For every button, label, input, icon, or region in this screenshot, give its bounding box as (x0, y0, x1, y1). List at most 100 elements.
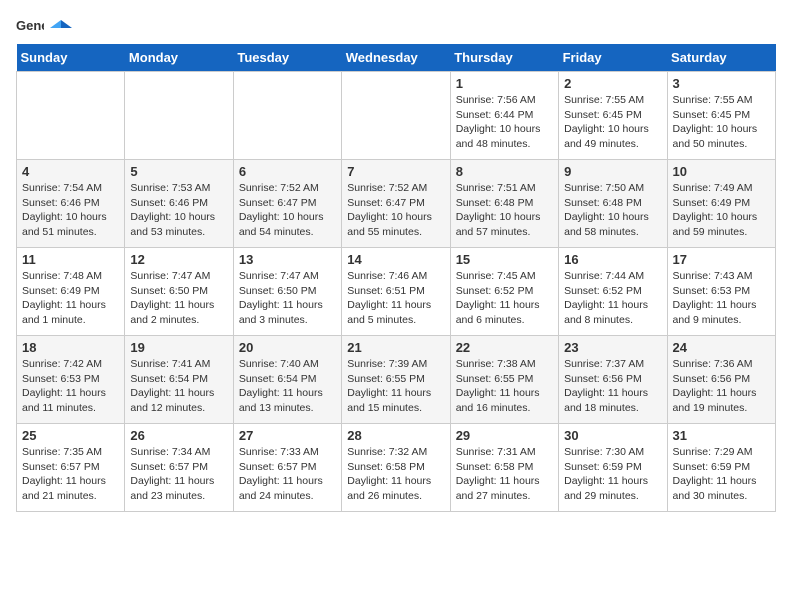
cell-info: Sunset: 6:48 PM (456, 196, 553, 211)
cell-info: Sunset: 6:58 PM (347, 460, 444, 475)
calendar-cell: 23Sunrise: 7:37 AMSunset: 6:56 PMDayligh… (559, 336, 667, 424)
calendar-cell: 31 Sunrise: 7:29 AMSunset: 6:59 PMDayligh… (667, 424, 775, 512)
calendar-cell: 13Sunrise: 7:47 AMSunset: 6:50 PMDayligh… (233, 248, 341, 336)
cell-info: Sunrise: 7:44 AM (564, 269, 661, 284)
date-number: 27 (239, 428, 336, 443)
cell-info: Daylight: 11 hours and 11 minutes. (22, 386, 119, 415)
cell-info: Sunset: 6:45 PM (564, 108, 661, 123)
calendar-cell: 14Sunrise: 7:46 AMSunset: 6:51 PMDayligh… (342, 248, 450, 336)
calendar-table: SundayMondayTuesdayWednesdayThursdayFrid… (16, 44, 776, 512)
cell-info: Sunrise: 7:47 AM (239, 269, 336, 284)
cell-info: Sunrise: 7:33 AM (239, 445, 336, 460)
cell-info: Sunrise: 7:55 AM (673, 93, 770, 108)
cell-info: Sunrise: 7:43 AM (673, 269, 770, 284)
date-number: 18 (22, 340, 119, 355)
calendar-cell: 9Sunrise: 7:50 AMSunset: 6:48 PMDaylight… (559, 160, 667, 248)
cell-info: Daylight: 11 hours and 12 minutes. (130, 386, 227, 415)
cell-info: Daylight: 11 hours and 27 minutes. (456, 474, 553, 503)
cell-info: Sunrise: 7:51 AM (456, 181, 553, 196)
date-number: 13 (239, 252, 336, 267)
day-header-wednesday: Wednesday (342, 44, 450, 72)
cell-info: Daylight: 10 hours and 59 minutes. (673, 210, 770, 239)
cell-info: Sunset: 6:59 PM (673, 460, 770, 475)
cell-info: Sunrise: 7:31 AM (456, 445, 553, 460)
calendar-cell: 1Sunrise: 7:56 AMSunset: 6:44 PMDaylight… (450, 72, 558, 160)
calendar-cell (17, 72, 125, 160)
calendar-cell: 27 Sunrise: 7:33 AMSunset: 6:57 PMDayligh… (233, 424, 341, 512)
calendar-cell: 5Sunrise: 7:53 AMSunset: 6:46 PMDaylight… (125, 160, 233, 248)
cell-info: Sunrise: 7:42 AM (22, 357, 119, 372)
calendar-cell: 24Sunrise: 7:36 AMSunset: 6:56 PMDayligh… (667, 336, 775, 424)
cell-info: Sunrise: 7:50 AM (564, 181, 661, 196)
cell-info: Sunrise: 7:34 AM (130, 445, 227, 460)
cell-info: Sunrise: 7:37 AM (564, 357, 661, 372)
calendar-cell: 10Sunrise: 7:49 AMSunset: 6:49 PMDayligh… (667, 160, 775, 248)
cell-info: Sunrise: 7:48 AM (22, 269, 119, 284)
calendar-cell: 12Sunrise: 7:47 AMSunset: 6:50 PMDayligh… (125, 248, 233, 336)
date-number: 8 (456, 164, 553, 179)
calendar-cell: 29Sunrise: 7:31 AMSunset: 6:58 PMDayligh… (450, 424, 558, 512)
cell-info: Daylight: 11 hours and 8 minutes. (564, 298, 661, 327)
cell-info: Sunset: 6:45 PM (673, 108, 770, 123)
cell-info: Sunrise: 7:52 AM (239, 181, 336, 196)
cell-info: Sunset: 6:47 PM (239, 196, 336, 211)
day-header-sunday: Sunday (17, 44, 125, 72)
cell-info: Sunset: 6:57 PM (130, 460, 227, 475)
date-number: 2 (564, 76, 661, 91)
date-number: 16 (564, 252, 661, 267)
cell-info: Sunset: 6:47 PM (347, 196, 444, 211)
cell-info: Sunrise: 7:29 AM (673, 445, 770, 460)
cell-info: Sunrise: 7:36 AM (673, 357, 770, 372)
date-number: 23 (564, 340, 661, 355)
calendar-cell (342, 72, 450, 160)
date-number: 12 (130, 252, 227, 267)
cell-info: Sunrise: 7:30 AM (564, 445, 661, 460)
cell-info: Sunrise: 7:40 AM (239, 357, 336, 372)
calendar-cell: 28Sunrise: 7:32 AMSunset: 6:58 PMDayligh… (342, 424, 450, 512)
week-row-4: 18Sunrise: 7:42 AMSunset: 6:53 PMDayligh… (17, 336, 776, 424)
week-row-5: 25Sunrise: 7:35 AMSunset: 6:57 PMDayligh… (17, 424, 776, 512)
date-number: 31 (673, 428, 770, 443)
date-number: 5 (130, 164, 227, 179)
cell-info: Sunset: 6:55 PM (456, 372, 553, 387)
cell-info: Sunset: 6:53 PM (22, 372, 119, 387)
cell-info: Sunrise: 7:52 AM (347, 181, 444, 196)
cell-info: Sunrise: 7:41 AM (130, 357, 227, 372)
calendar-cell: 2Sunrise: 7:55 AMSunset: 6:45 PMDaylight… (559, 72, 667, 160)
week-row-2: 4Sunrise: 7:54 AMSunset: 6:46 PMDaylight… (17, 160, 776, 248)
cell-info: Sunrise: 7:49 AM (673, 181, 770, 196)
cell-info: Daylight: 11 hours and 9 minutes. (673, 298, 770, 327)
cell-info: Sunset: 6:57 PM (22, 460, 119, 475)
calendar-cell: 26Sunrise: 7:34 AMSunset: 6:57 PMDayligh… (125, 424, 233, 512)
date-number: 14 (347, 252, 444, 267)
cell-info: Daylight: 11 hours and 24 minutes. (239, 474, 336, 503)
cell-info: Daylight: 11 hours and 5 minutes. (347, 298, 444, 327)
calendar-cell: 18 Sunrise: 7:42 AMSunset: 6:53 PMDayligh… (17, 336, 125, 424)
logo-bird-icon (50, 18, 72, 40)
cell-info: Daylight: 11 hours and 30 minutes. (673, 474, 770, 503)
cell-info: Daylight: 11 hours and 18 minutes. (564, 386, 661, 415)
calendar-cell (125, 72, 233, 160)
date-number: 24 (673, 340, 770, 355)
date-number: 20 (239, 340, 336, 355)
date-number: 10 (673, 164, 770, 179)
cell-info: Sunrise: 7:55 AM (564, 93, 661, 108)
date-number: 3 (673, 76, 770, 91)
cell-info: Sunset: 6:57 PM (239, 460, 336, 475)
cell-info: Sunset: 6:46 PM (130, 196, 227, 211)
date-number: 21 (347, 340, 444, 355)
cell-info: Sunrise: 7:32 AM (347, 445, 444, 460)
cell-info: Sunset: 6:44 PM (456, 108, 553, 123)
date-number: 29 (456, 428, 553, 443)
calendar-cell: 17Sunrise: 7:43 AMSunset: 6:53 PMDayligh… (667, 248, 775, 336)
date-number: 28 (347, 428, 444, 443)
cell-info: Daylight: 10 hours and 54 minutes. (239, 210, 336, 239)
cell-info: Daylight: 11 hours and 15 minutes. (347, 386, 444, 415)
day-header-friday: Friday (559, 44, 667, 72)
cell-info: Sunrise: 7:47 AM (130, 269, 227, 284)
cell-info: Sunset: 6:52 PM (564, 284, 661, 299)
date-number: 9 (564, 164, 661, 179)
calendar-cell: 19Sunrise: 7:41 AMSunset: 6:54 PMDayligh… (125, 336, 233, 424)
day-header-thursday: Thursday (450, 44, 558, 72)
date-number: 6 (239, 164, 336, 179)
